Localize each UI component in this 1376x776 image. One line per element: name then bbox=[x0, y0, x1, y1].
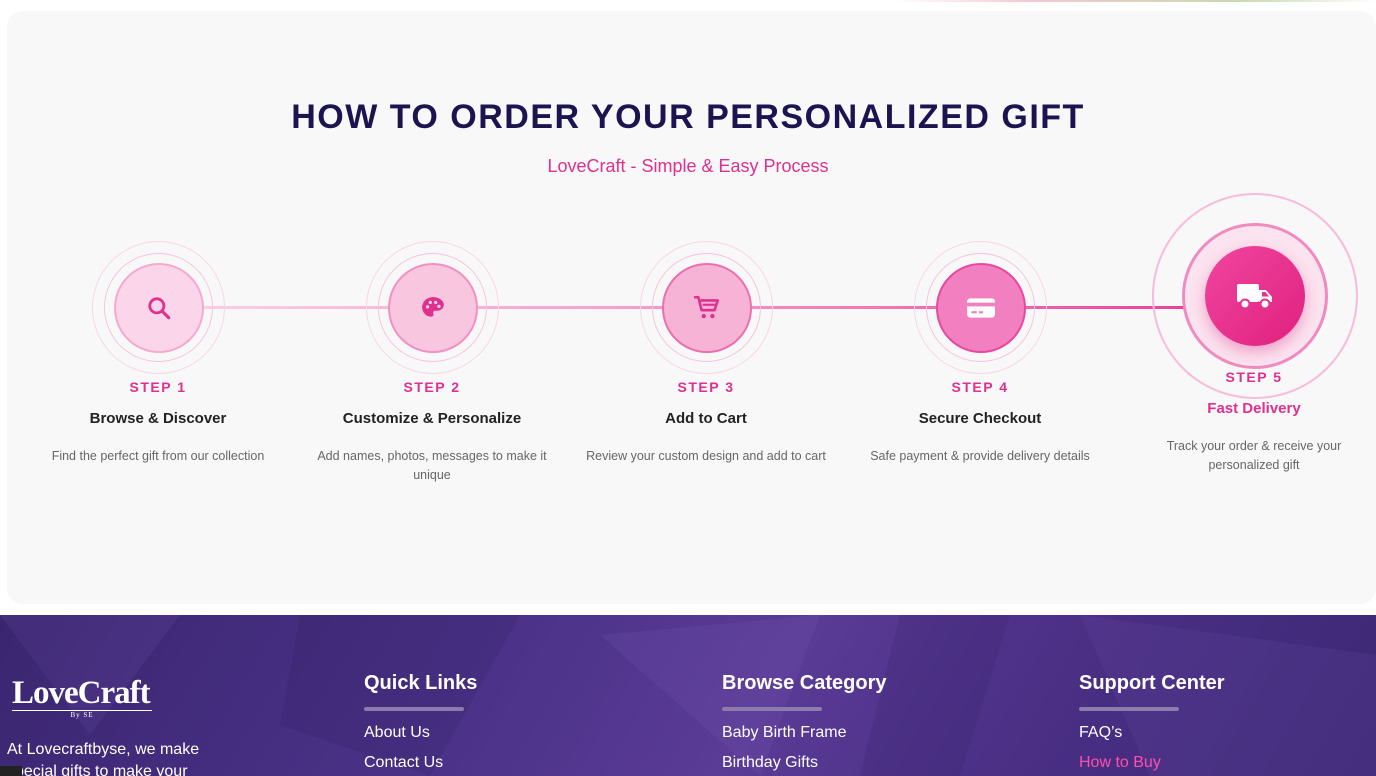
link-about-us[interactable]: About Us bbox=[364, 725, 477, 741]
step-5-desc: Track your order & receive your personal… bbox=[1166, 439, 1342, 472]
link-contact-us[interactable]: Contact Us bbox=[364, 755, 477, 771]
step-4-label: STEP 4 bbox=[951, 379, 1009, 395]
logo-text: LoveCraft bbox=[12, 675, 151, 711]
site-footer: LoveCraft By SE At Lovecraftbyse, we mak… bbox=[0, 615, 1376, 776]
support-center-title: Support Center bbox=[1079, 672, 1225, 694]
footer-logo[interactable]: LoveCraft By SE bbox=[12, 676, 152, 719]
truck-icon bbox=[1235, 280, 1275, 312]
step-5-label: STEP 5 bbox=[1225, 369, 1283, 385]
section-subtitle: LoveCraft - Simple & Easy Process bbox=[547, 156, 829, 176]
step-1-label: STEP 1 bbox=[129, 379, 187, 395]
link-birthday-gifts[interactable]: Birthday Gifts bbox=[722, 755, 887, 771]
top-decor-line bbox=[0, 0, 1376, 2]
link-how-to-buy[interactable]: How to Buy bbox=[1079, 755, 1225, 771]
browse-category-column: Browse Category Baby Birth Frame Birthda… bbox=[722, 672, 887, 771]
step-2-desc: Add names, photos, messages to make it u… bbox=[317, 449, 547, 482]
step-5-circle bbox=[1205, 246, 1305, 346]
step-4-title: Secure Checkout bbox=[918, 410, 1042, 427]
quick-links-column: Quick Links About Us Contact Us bbox=[364, 672, 477, 771]
browse-category-title: Browse Category bbox=[722, 672, 887, 694]
link-baby-birth-frame[interactable]: Baby Birth Frame bbox=[722, 725, 887, 741]
quick-links-title: Quick Links bbox=[364, 672, 478, 694]
link-faqs[interactable]: FAQ’s bbox=[1079, 725, 1225, 741]
step-3-desc: Review your custom design and add to car… bbox=[586, 449, 826, 463]
step-3-title: Add to Cart bbox=[665, 410, 747, 427]
support-center-column: Support Center FAQ’s How to Buy bbox=[1079, 672, 1225, 771]
step-1-title: Browse & Discover bbox=[89, 410, 227, 427]
palette-icon bbox=[420, 295, 446, 321]
step-5-title: Fast Delivery bbox=[1207, 400, 1301, 417]
step-2-label: STEP 2 bbox=[403, 379, 461, 395]
section-title: HOW TO ORDER YOUR PERSONALIZED GIFT bbox=[291, 98, 1085, 136]
browse-category-divider bbox=[722, 707, 822, 711]
credit-card-icon bbox=[966, 296, 996, 320]
step-1-circle bbox=[114, 263, 204, 353]
step-3-circle bbox=[662, 263, 752, 353]
step-3-label: STEP 3 bbox=[677, 379, 735, 395]
step-1-desc: Find the perfect gift from our collectio… bbox=[51, 449, 265, 463]
footer-about-text: At Lovecraftbyse, we make special gifts … bbox=[7, 741, 200, 776]
quick-links-divider bbox=[364, 707, 464, 711]
step-4-desc: Safe payment & provide delivery details bbox=[870, 449, 1090, 463]
step-2-title: Customize & Personalize bbox=[342, 410, 522, 427]
step-2-circle bbox=[388, 263, 478, 353]
logo-subtext: By SE bbox=[12, 710, 152, 719]
step-4-circle bbox=[936, 263, 1026, 353]
search-icon bbox=[146, 295, 172, 321]
corner-widget[interactable] bbox=[0, 766, 22, 776]
support-center-divider bbox=[1079, 707, 1179, 711]
cart-icon bbox=[693, 295, 721, 321]
